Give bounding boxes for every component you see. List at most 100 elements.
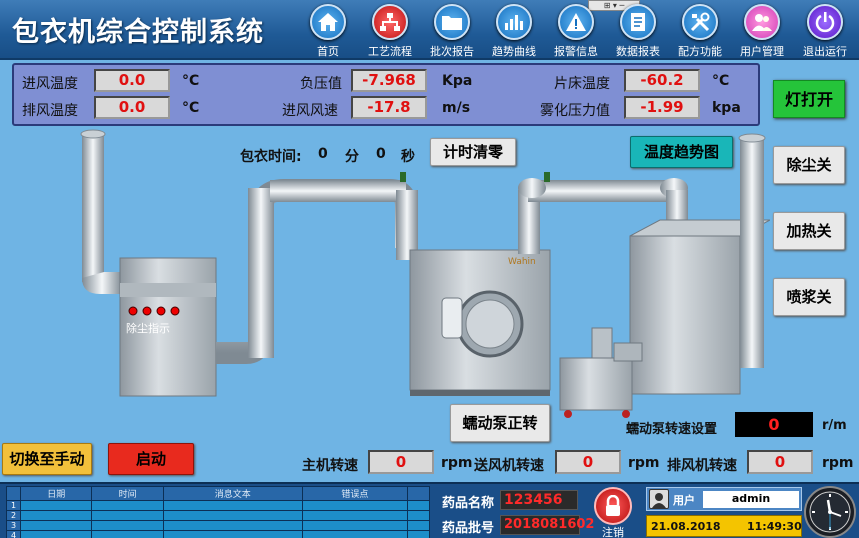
exhaust-fan-speed-value: 0: [747, 450, 813, 474]
inlet-speed-unit: m/s: [442, 100, 471, 116]
pump-speed-input[interactable]: 0: [735, 412, 813, 437]
nav-label: 趋势曲线: [492, 45, 536, 58]
nav-batch-report[interactable]: 批次报告: [422, 4, 482, 59]
user-avatar-icon: [649, 489, 669, 509]
light-toggle-button[interactable]: 灯打开: [773, 80, 845, 118]
exhaust-fan-speed-unit: rpm: [822, 455, 854, 471]
current-date: 21.08.2018: [651, 520, 721, 533]
nav-label: 用户管理: [740, 45, 784, 58]
dust-indicator-light: [142, 306, 152, 316]
nav-label: 配方功能: [678, 45, 722, 58]
product-name-label: 药品名称: [442, 496, 495, 511]
atomize-pressure-value: -1.99: [624, 96, 700, 119]
header-bar: 包衣机综合控制系统 ⊞ ▾ ─ 首页 工艺流程 批次报告 趋势曲线 报警信息 数…: [0, 0, 859, 60]
nav-trend-curve[interactable]: 趋势曲线: [484, 4, 544, 59]
neg-pressure-label: 负压值: [300, 76, 342, 92]
nav-user-management[interactable]: 用户管理: [732, 4, 792, 59]
table-row[interactable]: 3: [6, 520, 430, 531]
lock-icon: [606, 495, 620, 516]
nav-label: 首页: [317, 45, 339, 58]
product-batch-value: 2018081602: [500, 515, 594, 535]
main-speed-unit: rpm: [441, 455, 473, 471]
heating-toggle-button[interactable]: 加热关: [773, 212, 845, 250]
bed-temp-unit: °C: [712, 73, 730, 89]
neg-pressure-value: -7.968: [351, 69, 427, 92]
alarm-log-panel: 日期 时间 消息文本 错误点 1 2 3 4: [0, 482, 436, 538]
footer-bar: 药品名称 123456 药品批号 2018081602 注销 用户 admin …: [436, 482, 859, 538]
nav-label: 工艺流程: [368, 45, 412, 58]
dust-removal-toggle-button[interactable]: 除尘关: [773, 146, 845, 184]
users-icon: [744, 4, 780, 40]
clock-face-icon: [809, 491, 851, 533]
logout-label: 注销: [602, 526, 624, 538]
supply-fan-speed-unit: rpm: [628, 455, 660, 471]
analog-clock: [804, 486, 856, 538]
product-name-value: 123456: [500, 490, 578, 510]
power-icon: [807, 4, 843, 40]
col-error-point: 错误点: [301, 486, 409, 501]
spray-pump-cart: [559, 357, 633, 411]
dust-indicator-light: [128, 306, 138, 316]
inlet-air-pipe: [740, 138, 764, 368]
alarm-log-table: 日期 时间 消息文本 错误点 1 2 3 4: [6, 486, 430, 538]
nav-home[interactable]: 首页: [298, 4, 358, 59]
inlet-temp-value: 0.0: [94, 69, 170, 92]
nav-data-report[interactable]: 数据报表: [608, 4, 668, 59]
exhaust-fan-speed-label: 排风机转速: [667, 458, 737, 474]
supply-fan-speed-label: 送风机转速: [474, 458, 544, 474]
nav-process-flow[interactable]: 工艺流程: [360, 4, 420, 59]
inlet-temp-label: 进风温度: [22, 76, 78, 92]
current-time: 11:49:30: [747, 520, 802, 533]
username-value: admin: [703, 491, 799, 508]
pump-forward-button[interactable]: 蠕动泵正转: [450, 404, 550, 442]
nav-label: 数据报表: [616, 45, 660, 58]
table-header-row: 日期 时间 消息文本 错误点: [6, 486, 430, 501]
dust-indicator-light: [170, 306, 180, 316]
sensor-panel: 进风温度 0.0 °C 排风温度 0.0 °C 负压值 -7.968 Kpa 进…: [12, 63, 760, 126]
nav-label: 退出运行: [803, 45, 847, 58]
neg-pressure-unit: Kpa: [442, 73, 473, 89]
home-icon: [310, 4, 346, 40]
dust-indicator-light: [156, 306, 166, 316]
product-batch-label: 药品批号: [442, 521, 495, 536]
bed-temp-value: -60.2: [624, 69, 700, 92]
switch-to-manual-button[interactable]: 切换至手动: [2, 443, 92, 475]
pump-speed-label: 蠕动泵转速设置: [626, 422, 718, 437]
table-row[interactable]: 2: [6, 510, 430, 521]
start-button[interactable]: 启动: [108, 443, 194, 475]
brand-label: Wahin: [508, 257, 536, 267]
col-time: 时间: [91, 486, 164, 501]
atomize-pressure-label: 雾化压力值: [540, 103, 610, 119]
datetime-box: 21.08.2018 11:49:30: [646, 515, 802, 537]
air-handling-unit: [629, 235, 741, 395]
spray-toggle-button[interactable]: 喷浆关: [773, 278, 845, 316]
flow-chart-icon: [372, 4, 408, 40]
app-title: 包衣机综合控制系统: [12, 17, 264, 48]
dust-indicator-label: 除尘指示: [126, 321, 170, 335]
logout-button[interactable]: [594, 487, 632, 525]
nav-recipe[interactable]: 配方功能: [670, 4, 730, 59]
nav-exit[interactable]: 退出运行: [795, 4, 855, 59]
folder-icon: [434, 4, 470, 40]
inlet-temp-unit: °C: [182, 73, 200, 89]
user-label: 用户: [673, 494, 695, 507]
coating-machine-diagram: 除尘指示 Wahin: [80, 129, 770, 418]
bed-temp-label: 片床温度: [554, 76, 610, 92]
main-speed-value: 0: [368, 450, 434, 474]
nav-label: 报警信息: [554, 45, 598, 58]
report-icon: [620, 4, 656, 40]
main-speed-label: 主机转速: [302, 458, 358, 474]
table-row[interactable]: 4: [6, 530, 430, 538]
nav-alarm-info[interactable]: 报警信息: [546, 4, 606, 59]
warning-icon: [558, 4, 594, 40]
exhaust-stack-pipe: [82, 134, 104, 282]
nav-label: 批次报告: [430, 45, 474, 58]
pump-speed-unit: r/m: [822, 418, 847, 433]
exhaust-temp-unit: °C: [182, 100, 200, 116]
col-message: 消息文本: [162, 486, 303, 501]
tools-icon: [682, 4, 718, 40]
supply-fan-speed-value: 0: [555, 450, 621, 474]
atomize-pressure-unit: kpa: [712, 100, 741, 116]
table-row[interactable]: 1: [6, 500, 430, 511]
exhaust-temp-value: 0.0: [94, 96, 170, 119]
